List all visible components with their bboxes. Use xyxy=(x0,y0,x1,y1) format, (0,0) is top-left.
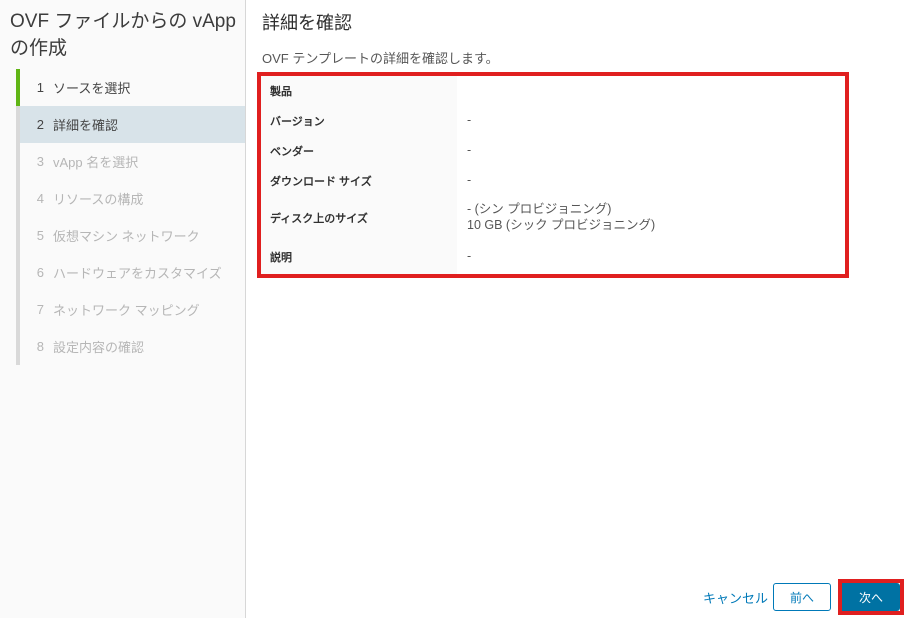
detail-label-size-on-disk: ディスク上のサイズ xyxy=(261,196,457,240)
wizard-content: 詳細を確認 OVF テンプレートの詳細を確認します。 製品 バージョン - ベンダー -… xyxy=(247,0,907,618)
wizard-sidebar: OVF ファイルからの vApp の作成 1 ソースを選択 2 詳細を確認 3 vApp … xyxy=(0,0,246,618)
step-number: 5 xyxy=(36,228,44,243)
ovf-details-table: 製品 バージョン - ベンダー - ダウンロード サイズ - ディスク上のサイズ - (シン プ… xyxy=(261,76,845,274)
step-label: 設定内容の確認 xyxy=(53,340,145,355)
sidebar-step-select-source[interactable]: 1 ソースを選択 xyxy=(16,69,245,106)
sidebar-step-review-settings: 8 設定内容の確認 xyxy=(16,328,245,365)
detail-label-product: 製品 xyxy=(261,76,457,106)
detail-value-vendor: - xyxy=(467,143,472,158)
detail-row-download-size: ダウンロード サイズ - xyxy=(261,166,845,196)
detail-value-size-on-disk: - (シン プロビジョニング) 10 GB (シック プロビジョニング) xyxy=(467,202,656,232)
next-button[interactable]: 次へ xyxy=(842,583,900,611)
detail-label-download-size: ダウンロード サイズ xyxy=(261,166,457,196)
previous-button[interactable]: 前へ xyxy=(773,583,831,611)
detail-value-product xyxy=(457,76,845,106)
step-number: 3 xyxy=(36,154,44,169)
step-label: vApp 名を選択 xyxy=(53,155,139,170)
step-label: リソースの構成 xyxy=(53,192,144,207)
detail-label-vendor: ベンダー xyxy=(261,136,457,166)
step-number: 1 xyxy=(36,80,44,95)
step-number: 8 xyxy=(36,339,44,354)
page-title: 詳細を確認 xyxy=(262,13,352,33)
step-label: 仮想マシン ネットワーク xyxy=(53,229,200,244)
sidebar-step-configure-resources: 4 リソースの構成 xyxy=(16,180,245,217)
step-label: ハードウェアをカスタマイズ xyxy=(53,266,222,281)
step-label: 詳細を確認 xyxy=(53,118,119,133)
next-annotation-box: 次へ xyxy=(838,579,904,615)
step-label: ネットワーク マッピング xyxy=(53,303,200,318)
detail-row-vendor: ベンダー - xyxy=(261,136,845,166)
step-number: 6 xyxy=(36,265,44,280)
sidebar-step-select-vapp-name: 3 vApp 名を選択 xyxy=(16,143,245,180)
step-number: 7 xyxy=(36,302,44,317)
step-number: 2 xyxy=(36,117,44,132)
detail-row-description: 説明 - xyxy=(261,240,845,274)
sidebar-step-network-mapping: 7 ネットワーク マッピング xyxy=(16,291,245,328)
wizard-title: OVF ファイルからの vApp の作成 xyxy=(10,11,236,59)
cancel-button[interactable]: キャンセル xyxy=(703,588,768,607)
detail-label-version: バージョン xyxy=(261,106,457,136)
step-label: ソースを選択 xyxy=(53,81,131,96)
detail-value-version: - xyxy=(467,113,472,128)
sidebar-step-vm-networks: 5 仮想マシン ネットワーク xyxy=(16,217,245,254)
step-number: 4 xyxy=(36,191,44,206)
detail-value-download-size: - xyxy=(467,173,472,188)
detail-label-description: 説明 xyxy=(261,240,457,274)
detail-row-version: バージョン - xyxy=(261,106,845,136)
details-annotation-box: 製品 バージョン - ベンダー - ダウンロード サイズ - ディスク上のサイズ - (シン プ… xyxy=(257,72,849,278)
page-subtitle: OVF テンプレートの詳細を確認します。 xyxy=(262,51,499,66)
sidebar-step-review-details[interactable]: 2 詳細を確認 xyxy=(16,106,245,143)
detail-row-size-on-disk: ディスク上のサイズ - (シン プロビジョニング) 10 GB (シック プロビジ… xyxy=(261,196,845,240)
sidebar-step-customize-hardware: 6 ハードウェアをカスタマイズ xyxy=(16,254,245,291)
detail-row-product: 製品 xyxy=(261,76,845,106)
detail-value-description: - xyxy=(467,249,472,264)
wizard-step-list: 1 ソースを選択 2 詳細を確認 3 vApp 名を選択 4 リソースの構成 5 仮想マシン ネッ… xyxy=(16,69,245,365)
